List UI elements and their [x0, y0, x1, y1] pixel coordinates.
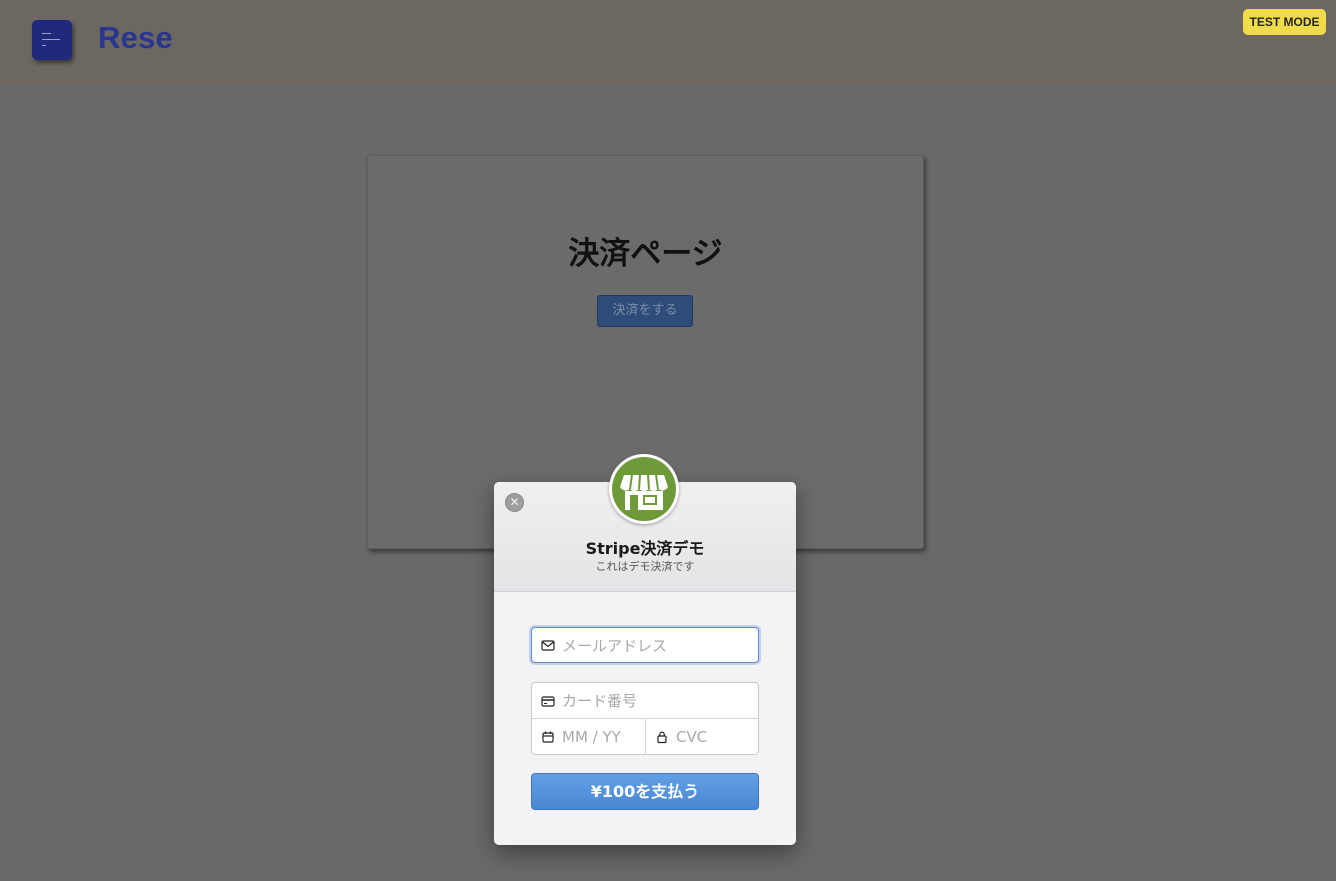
- store-logo: [609, 454, 679, 524]
- brand-logo-text[interactable]: Rese: [98, 20, 173, 56]
- card-number-placeholder: カード番号: [562, 692, 638, 710]
- checkout-subtitle: これはデモ決済です: [595, 560, 695, 573]
- calendar-icon: [542, 731, 554, 743]
- expiry-field[interactable]: MM / YY: [532, 719, 646, 754]
- checkout-modal: ✕ Stripe決済デモ これはデモ決済です メールアドレス カード番号 MM …: [494, 454, 796, 845]
- email-placeholder: メールアドレス: [562, 636, 668, 655]
- submit-payment-button[interactable]: ¥100を支払う: [531, 773, 759, 810]
- cvc-field[interactable]: CVC: [646, 719, 758, 754]
- pay-button[interactable]: 決済をする: [597, 295, 693, 327]
- menu-button[interactable]: [32, 20, 72, 60]
- cvc-placeholder: CVC: [676, 727, 708, 746]
- test-mode-badge: TEST MODE: [1243, 9, 1326, 35]
- envelope-icon: [541, 640, 555, 651]
- header: Rese TEST MODE: [0, 0, 1336, 84]
- email-field[interactable]: メールアドレス: [531, 627, 759, 663]
- store-icon: [620, 474, 668, 510]
- page-title: 決済ページ: [568, 236, 723, 272]
- close-icon: ✕: [509, 495, 520, 509]
- credit-card-icon: [541, 695, 555, 707]
- checkout-title: Stripe決済デモ: [585, 539, 705, 558]
- lock-icon: [657, 731, 667, 743]
- expiry-placeholder: MM / YY: [562, 727, 621, 746]
- close-button[interactable]: ✕: [505, 493, 524, 512]
- card-number-field[interactable]: カード番号: [532, 683, 758, 719]
- card-details-group: カード番号 MM / YY CVC: [531, 682, 759, 755]
- checkout-header: ✕ Stripe決済デモ これはデモ決済です: [494, 454, 796, 592]
